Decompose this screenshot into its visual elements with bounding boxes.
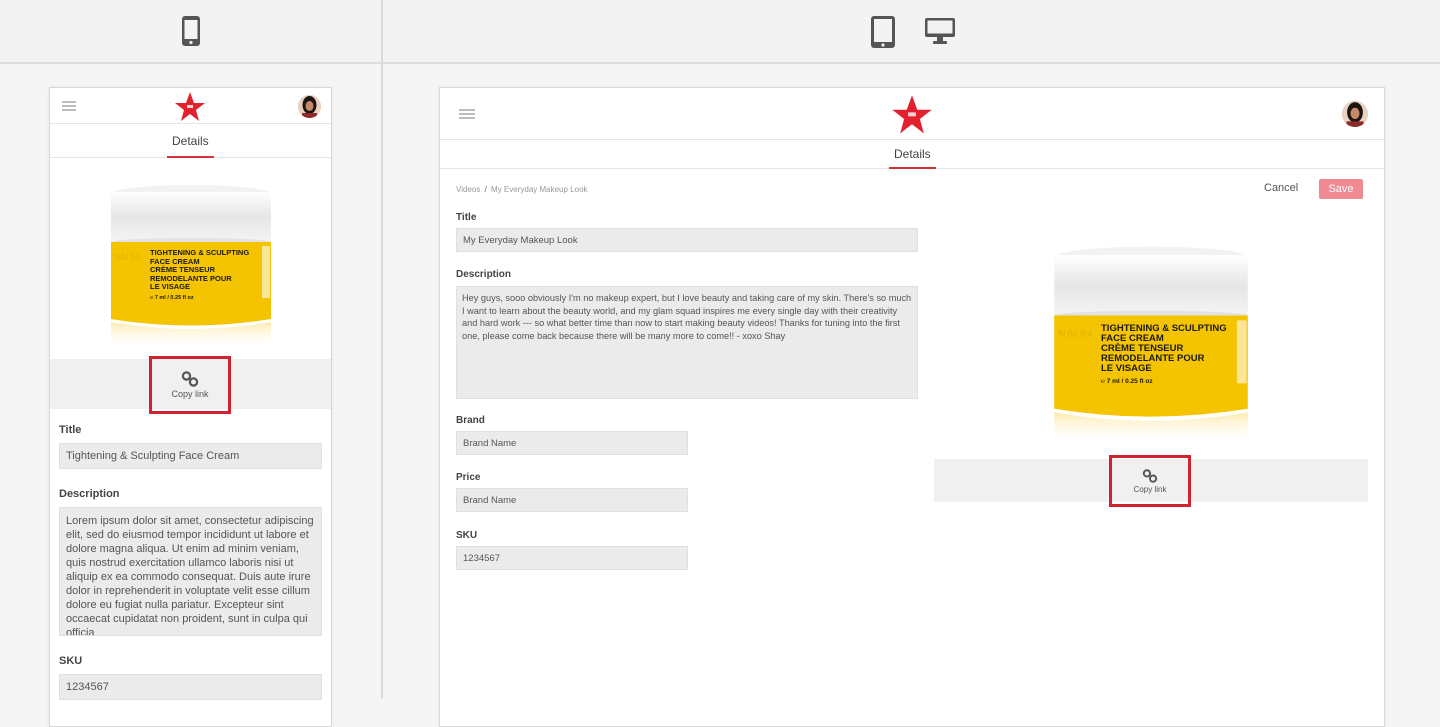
- jar-brand-mark: NAI 84: [1058, 328, 1093, 340]
- sku-label: SKU: [456, 530, 478, 541]
- mobile-header: [50, 88, 331, 124]
- product-image: NAI 84 TIGHTENING & SCULPTING FACE CREAM…: [110, 184, 272, 357]
- tab-details[interactable]: Details: [172, 134, 209, 148]
- user-avatar[interactable]: [1342, 101, 1368, 127]
- price-input[interactable]: Brand Name: [456, 488, 688, 512]
- cancel-button[interactable]: Cancel: [1264, 182, 1298, 194]
- desktop-preview: Details Videos / My Everyday Makeup Look…: [439, 87, 1385, 727]
- product-image: NAI 84 TIGHTENING & SCULPTING FACE CREAM…: [1053, 244, 1249, 455]
- link-chain-icon: [181, 371, 199, 387]
- breadcrumb-videos[interactable]: Videos: [456, 185, 480, 194]
- desktop-header: [440, 88, 1384, 140]
- device-selector-bar: [0, 0, 1440, 64]
- brand-star-logo[interactable]: [174, 91, 206, 128]
- description-label: Description: [456, 269, 512, 280]
- sku-label: SKU: [59, 655, 83, 667]
- title-label: Title: [59, 424, 82, 436]
- user-avatar[interactable]: [298, 95, 321, 118]
- sku-input[interactable]: 1234567: [59, 674, 322, 700]
- breadcrumb-current: My Everyday Makeup Look: [491, 185, 588, 194]
- title-label: Title: [456, 212, 477, 223]
- title-input[interactable]: My Everyday Makeup Look: [456, 228, 918, 252]
- mobile-phone-icon[interactable]: [181, 15, 201, 52]
- copy-link-label: Copy link: [171, 389, 209, 399]
- link-chain-icon: [1142, 468, 1158, 483]
- save-button[interactable]: Save: [1319, 179, 1363, 199]
- copy-link-label: Copy link: [1133, 484, 1167, 494]
- description-textarea[interactable]: Hey guys, sooo obviously I'm no makeup e…: [456, 286, 918, 399]
- tab-details[interactable]: Details: [894, 147, 931, 161]
- mobile-tab-bar: Details: [50, 124, 331, 158]
- jar-brand-mark: NAI 84: [114, 252, 140, 262]
- sku-input[interactable]: 1234567: [456, 546, 688, 570]
- copy-link-button[interactable]: Copy link: [149, 356, 231, 414]
- brand-label: Brand: [456, 415, 485, 426]
- brand-star-logo[interactable]: [891, 94, 933, 141]
- desktop-tab-bar: Details: [440, 140, 1384, 169]
- tab-active-indicator: [889, 167, 936, 169]
- tab-active-indicator: [167, 156, 214, 158]
- price-label: Price: [456, 472, 481, 483]
- jar-label: TIGHTENING & SCULPTING FACE CREAM CRÈME …: [150, 248, 250, 301]
- breadcrumb: Videos / My Everyday Makeup Look: [456, 185, 588, 194]
- desktop-monitor-icon[interactable]: [924, 17, 956, 50]
- brand-input[interactable]: Brand Name: [456, 431, 688, 455]
- description-label: Description: [59, 488, 120, 500]
- panel-divider: [381, 0, 383, 698]
- hamburger-menu-icon[interactable]: [62, 101, 76, 111]
- title-input[interactable]: Tightening & Sculpting Face Cream: [59, 443, 322, 469]
- tablet-icon[interactable]: [870, 15, 896, 54]
- jar-label: TIGHTENING & SCULPTING FACE CREAM CRÈME …: [1101, 323, 1227, 386]
- copy-link-button[interactable]: Copy link: [1109, 455, 1191, 507]
- mobile-preview: Details NAI 84 TIGHTENING & SCULPTING FA…: [49, 87, 332, 727]
- hamburger-menu-icon[interactable]: [459, 109, 475, 119]
- description-textarea[interactable]: Lorem ipsum dolor sit amet, consectetur …: [59, 507, 322, 636]
